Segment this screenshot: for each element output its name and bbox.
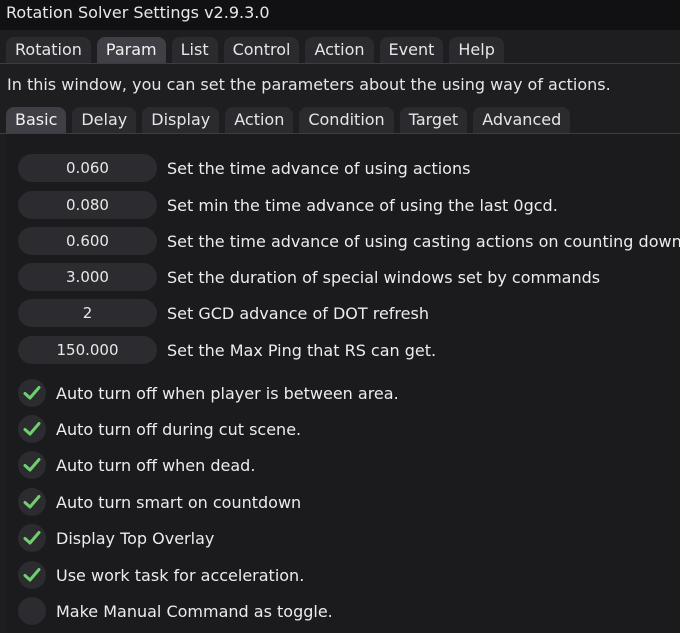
checkbox-label: Display Top Overlay (56, 528, 215, 548)
checkmark-icon (23, 458, 41, 472)
checkmark-icon (23, 495, 41, 509)
checkbox-label: Make Manual Command as toggle. (56, 601, 333, 621)
checkbox-label: Auto turn smart on countdown (56, 492, 302, 512)
checkbox-label: Auto turn off when player is between are… (56, 383, 399, 403)
checkbox-row: Use work task for acceleration. (18, 561, 304, 589)
checkbox-row: Auto turn off during cut scene. (18, 415, 301, 443)
subtab-delay[interactable]: Delay (72, 107, 137, 133)
checkbox-row: Auto turn smart on countdown (18, 488, 301, 516)
param-row: 0.080 Set min the time advance of using … (18, 191, 558, 219)
checkmark-icon (23, 568, 41, 582)
subtab-target[interactable]: Target (399, 107, 468, 133)
checkbox-row: Auto turn off when player is between are… (18, 379, 399, 407)
main-tab-bar: Rotation Param List Control Action Event… (6, 37, 510, 63)
tab-help[interactable]: Help (449, 37, 504, 63)
tab-control[interactable]: Control (223, 37, 300, 63)
param-row: 2 Set GCD advance of DOT refresh (18, 299, 429, 327)
tab-list[interactable]: List (171, 37, 218, 63)
param-value-field[interactable]: 0.600 (18, 227, 157, 255)
param-label: Set the Max Ping that RS can get. (167, 340, 437, 360)
checkbox-label: Auto turn off when dead. (56, 455, 256, 475)
param-value-field[interactable]: 0.080 (18, 191, 157, 219)
param-row: 3.000 Set the duration of special window… (18, 263, 600, 291)
tab-action[interactable]: Action (305, 37, 374, 63)
param-value-field[interactable]: 3.000 (18, 263, 157, 291)
main-tab-divider (0, 63, 680, 64)
checkbox-row: Display Top Overlay (18, 524, 214, 552)
checkbox[interactable] (18, 415, 46, 443)
param-label: Set min the time advance of using the la… (167, 195, 558, 215)
checkbox-label: Auto turn off during cut scene. (56, 419, 302, 439)
title-bar[interactable]: Rotation Solver Settings v2.9.3.0 (0, 0, 680, 30)
checkbox-row: Make Manual Command as toggle. (18, 597, 333, 625)
subtab-basic[interactable]: Basic (6, 107, 67, 133)
checkbox-row: Auto turn off when dead. (18, 451, 255, 479)
param-value-field[interactable]: 0.060 (18, 154, 157, 182)
tab-param[interactable]: Param (96, 37, 166, 63)
checkbox[interactable] (18, 561, 46, 589)
tab-event[interactable]: Event (379, 37, 444, 63)
subtab-action[interactable]: Action (225, 107, 294, 133)
param-value-field[interactable]: 150.000 (18, 336, 157, 364)
param-row: 150.000 Set the Max Ping that RS can get… (18, 336, 436, 364)
window-title: Rotation Solver Settings v2.9.3.0 (6, 3, 270, 22)
checkbox[interactable] (18, 597, 46, 625)
subtab-advanced[interactable]: Advanced (473, 107, 571, 133)
checkbox-label: Use work task for acceleration. (56, 565, 305, 585)
checkbox[interactable] (18, 379, 46, 407)
tab-rotation[interactable]: Rotation (6, 37, 91, 63)
param-row: 0.600 Set the time advance of using cast… (18, 227, 680, 255)
checkmark-icon (23, 386, 41, 400)
param-label: Set the duration of special windows set … (167, 267, 601, 287)
param-label: Set GCD advance of DOT refresh (167, 303, 429, 323)
checkbox[interactable] (18, 524, 46, 552)
checkmark-icon (23, 422, 41, 436)
param-label: Set the time advance of using casting ac… (167, 231, 680, 251)
param-row: 0.060 Set the time advance of using acti… (18, 154, 470, 182)
subtab-display[interactable]: Display (142, 107, 220, 133)
sub-tab-bar: Basic Delay Display Action Condition Tar… (6, 107, 576, 133)
checkbox[interactable] (18, 488, 46, 516)
page-description: In this window, you can set the paramete… (7, 75, 611, 94)
param-value-field[interactable]: 2 (18, 299, 157, 327)
subtab-condition[interactable]: Condition (299, 107, 394, 133)
checkbox[interactable] (18, 451, 46, 479)
param-label: Set the time advance of using actions (167, 158, 471, 178)
checkmark-icon (23, 531, 41, 545)
